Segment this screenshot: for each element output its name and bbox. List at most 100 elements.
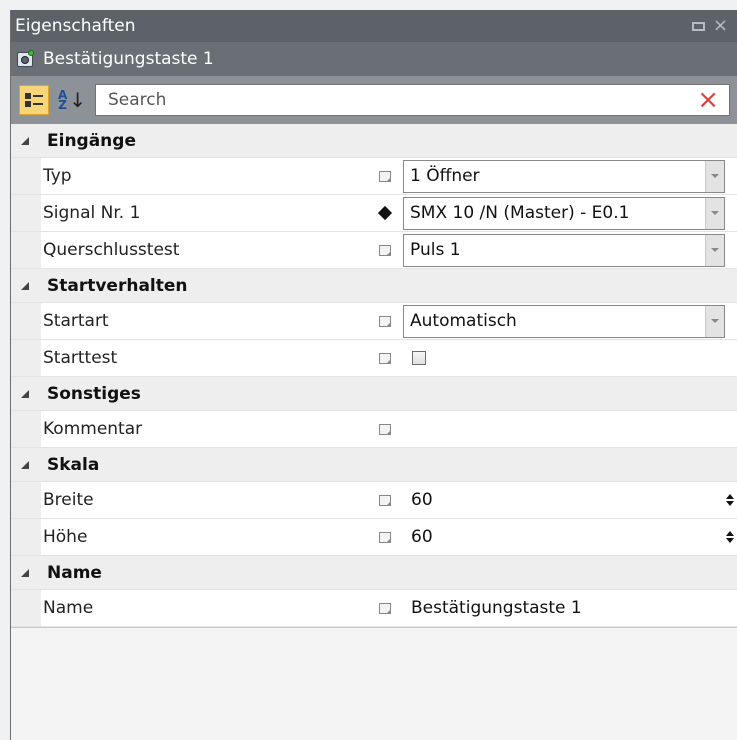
sort-az-icon: A Z ↓ <box>57 88 87 112</box>
alphabetical-sort-button[interactable]: A Z ↓ <box>57 85 87 115</box>
selected-object-title: Bestätigungstaste 1 <box>43 49 214 69</box>
property-name: Typ <box>43 166 72 186</box>
dropdown-arrow-icon[interactable] <box>705 160 724 192</box>
dropdown-arrow-icon[interactable] <box>705 197 724 229</box>
spinner-arrows-icon[interactable] <box>726 494 734 506</box>
property-marker-icon <box>379 170 391 182</box>
property-marker[interactable] <box>367 195 403 231</box>
dropdown-value: Automatisch <box>410 311 517 331</box>
property-row[interactable]: Startart Automatisch <box>11 303 737 340</box>
property-value-cell: 60 <box>403 519 737 555</box>
property-name: Breite <box>43 490 94 510</box>
row-gutter <box>11 232 41 268</box>
panel-title: Eigenschaften <box>15 16 136 36</box>
property-name: Querschlusstest <box>43 240 180 260</box>
property-value-cell: 1 Öffner <box>403 158 737 194</box>
property-name: Starttest <box>43 348 118 368</box>
dropdown-arrow-icon[interactable] <box>705 234 724 266</box>
row-gutter <box>11 303 41 339</box>
search-box: × <box>95 84 730 116</box>
category-label: Eingänge <box>47 130 136 151</box>
dropdown-arrow-icon[interactable] <box>705 305 724 337</box>
property-marker[interactable] <box>367 232 403 268</box>
property-value-cell <box>403 411 737 447</box>
titlebar-controls: × <box>691 17 728 35</box>
property-marker[interactable] <box>367 158 403 194</box>
categorized-view-button[interactable] <box>19 85 49 115</box>
selected-object-bar: Bestätigungstaste 1 <box>11 42 737 76</box>
row-gutter <box>11 519 41 555</box>
text-value[interactable]: Bestätigungstaste 1 <box>403 598 582 618</box>
value-checkbox[interactable] <box>412 351 426 365</box>
row-gutter <box>11 158 41 194</box>
property-value-cell: Automatisch <box>403 303 737 339</box>
dropdown-value: 1 Öffner <box>410 166 480 186</box>
acknowledge-button-icon <box>17 50 35 68</box>
categorized-view-icon <box>25 92 43 108</box>
property-row[interactable]: Name Bestätigungstaste 1 <box>11 590 737 627</box>
clear-search-icon[interactable]: × <box>697 87 719 113</box>
category-header[interactable]: Eingänge <box>11 124 737 158</box>
property-row[interactable]: Typ 1 Öffner <box>11 158 737 195</box>
property-marker[interactable] <box>367 482 403 518</box>
property-value-cell: 60 <box>403 482 737 518</box>
property-marker[interactable] <box>367 303 403 339</box>
row-gutter <box>11 411 41 447</box>
property-marker-icon <box>379 494 391 506</box>
property-marker-icon <box>379 423 391 435</box>
property-row[interactable]: Höhe 60 <box>11 519 737 556</box>
spinner-arrows-icon[interactable] <box>726 531 734 543</box>
property-row[interactable]: Starttest <box>11 340 737 377</box>
spinner-value[interactable]: 60 <box>403 490 433 510</box>
row-gutter <box>11 590 41 626</box>
category-header[interactable]: Skala <box>11 448 737 482</box>
category-header[interactable]: Name <box>11 556 737 590</box>
property-name: Signal Nr. 1 <box>43 203 141 223</box>
property-marker-icon <box>379 602 391 614</box>
category-header[interactable]: Sonstiges <box>11 377 737 411</box>
row-gutter <box>11 482 41 518</box>
property-name: Startart <box>43 311 109 331</box>
property-name: Höhe <box>43 527 88 547</box>
collapse-triangle-icon[interactable] <box>21 568 29 577</box>
spinner-value[interactable]: 60 <box>403 527 433 547</box>
property-marker[interactable] <box>367 411 403 447</box>
property-name: Name <box>43 598 94 618</box>
search-input[interactable] <box>106 89 698 111</box>
row-gutter <box>11 195 41 231</box>
property-value-cell <box>403 340 737 376</box>
property-value-cell: Puls 1 <box>403 232 737 268</box>
property-marker-icon <box>379 352 391 364</box>
collapse-triangle-icon[interactable] <box>21 281 29 290</box>
close-icon[interactable]: × <box>713 17 728 35</box>
property-row[interactable]: Kommentar <box>11 411 737 448</box>
category-header[interactable]: Startverhalten <box>11 269 737 303</box>
collapse-triangle-icon[interactable] <box>21 460 29 469</box>
property-row[interactable]: Querschlusstest Puls 1 <box>11 232 737 269</box>
dropdown-value: Puls 1 <box>410 240 461 260</box>
property-value-cell: Bestätigungstaste 1 <box>403 590 737 626</box>
property-row[interactable]: Breite 60 <box>11 482 737 519</box>
property-marker-icon <box>379 315 391 327</box>
property-value-cell: SMX 10 /N (Master) - E0.1 <box>403 195 737 231</box>
row-gutter <box>11 340 41 376</box>
restore-icon[interactable] <box>691 21 705 31</box>
value-dropdown[interactable]: 1 Öffner <box>403 159 725 193</box>
dropdown-value: SMX 10 /N (Master) - E0.1 <box>410 203 630 223</box>
property-marker-icon <box>379 531 391 543</box>
collapse-triangle-icon[interactable] <box>21 389 29 398</box>
property-name: Kommentar <box>43 419 143 439</box>
value-dropdown[interactable]: Automatisch <box>403 304 725 338</box>
property-marker[interactable] <box>367 340 403 376</box>
category-label: Sonstiges <box>47 383 141 404</box>
property-marker[interactable] <box>367 590 403 626</box>
collapse-triangle-icon[interactable] <box>21 136 29 145</box>
category-label: Name <box>47 562 102 583</box>
panel-titlebar: Eigenschaften × <box>11 10 737 42</box>
value-dropdown[interactable]: SMX 10 /N (Master) - E0.1 <box>403 196 725 230</box>
diamond-marker-icon <box>377 205 393 221</box>
property-row[interactable]: Signal Nr. 1 SMX 10 /N (Master) - E0.1 <box>11 195 737 232</box>
value-dropdown[interactable]: Puls 1 <box>403 233 725 267</box>
category-label: Skala <box>47 454 100 475</box>
property-marker[interactable] <box>367 519 403 555</box>
